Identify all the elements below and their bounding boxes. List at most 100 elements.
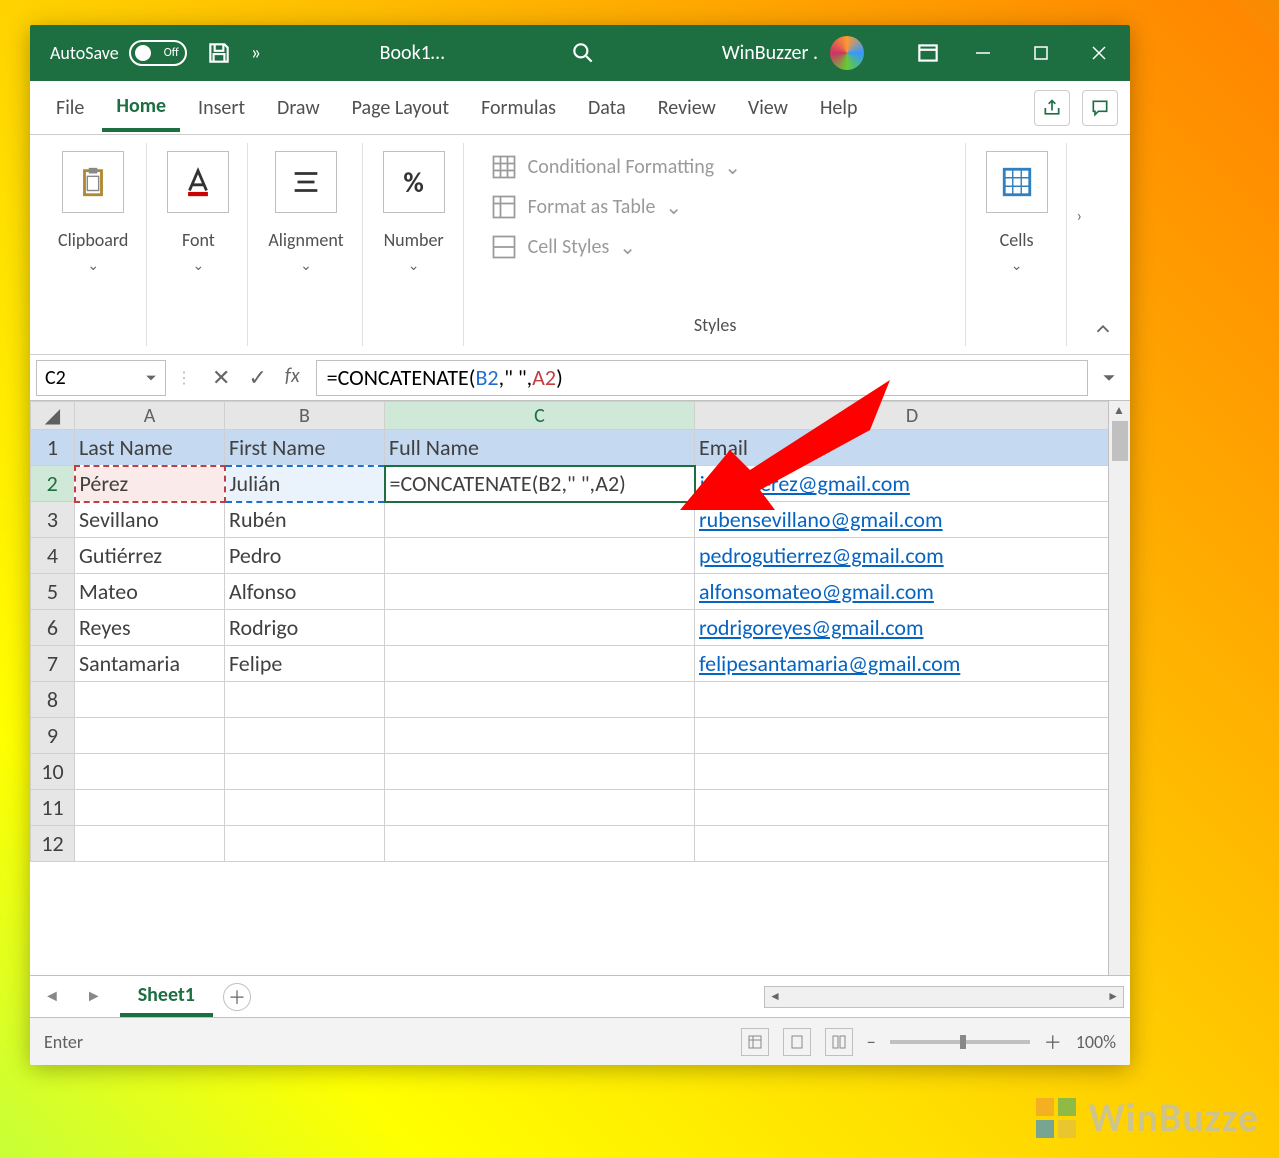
enter-formula-button[interactable]: ✓ bbox=[248, 364, 266, 391]
cell-C2-active[interactable]: =CONCATENATE(B2," ",A2) bbox=[385, 466, 695, 502]
cell[interactable] bbox=[695, 754, 1130, 790]
conditional-formatting-button[interactable]: Conditional Formatting ⌄ bbox=[490, 153, 741, 181]
cell[interactable]: First Name bbox=[225, 430, 385, 466]
cell[interactable] bbox=[385, 538, 695, 574]
sheet-nav-next[interactable]: ► bbox=[78, 987, 110, 1006]
save-button[interactable] bbox=[199, 33, 239, 73]
qat-overflow[interactable]: » bbox=[251, 41, 261, 65]
zoom-in-button[interactable]: ＋ bbox=[1044, 1029, 1062, 1055]
font-dropdown[interactable]: ⌄ bbox=[193, 257, 205, 274]
sheet-tab-sheet1[interactable]: Sheet1 bbox=[120, 977, 213, 1017]
cell[interactable]: rubensevillano@gmail.com bbox=[695, 502, 1130, 538]
view-normal-button[interactable] bbox=[741, 1028, 769, 1056]
ribbon-mode-button[interactable] bbox=[908, 33, 948, 73]
row-header[interactable]: 3 bbox=[31, 502, 75, 538]
cell[interactable]: Rodrigo bbox=[225, 610, 385, 646]
minimize-button[interactable] bbox=[960, 33, 1006, 73]
row-header[interactable]: 5 bbox=[31, 574, 75, 610]
expand-formula-bar[interactable] bbox=[1094, 371, 1124, 385]
cell[interactable] bbox=[75, 826, 225, 862]
row-header[interactable]: 8 bbox=[31, 682, 75, 718]
zoom-slider[interactable] bbox=[890, 1040, 1030, 1044]
number-button[interactable]: % bbox=[383, 151, 445, 213]
cell[interactable] bbox=[385, 826, 695, 862]
row-header[interactable]: 12 bbox=[31, 826, 75, 862]
cell[interactable] bbox=[385, 610, 695, 646]
row-header[interactable]: 2 bbox=[31, 466, 75, 502]
sheet-nav-prev[interactable]: ◄ bbox=[36, 987, 68, 1006]
clipboard-dropdown[interactable]: ⌄ bbox=[87, 257, 99, 274]
autosave-toggle[interactable]: Off bbox=[129, 40, 187, 66]
row-header[interactable]: 6 bbox=[31, 610, 75, 646]
cell[interactable] bbox=[225, 826, 385, 862]
cell[interactable]: Alfonso bbox=[225, 574, 385, 610]
cell[interactable]: Sevillano bbox=[75, 502, 225, 538]
cells-dropdown[interactable]: ⌄ bbox=[1011, 257, 1023, 274]
cell[interactable] bbox=[75, 754, 225, 790]
cell[interactable] bbox=[385, 502, 695, 538]
row-header[interactable]: 4 bbox=[31, 538, 75, 574]
cell[interactable] bbox=[695, 790, 1130, 826]
cell[interactable] bbox=[385, 790, 695, 826]
cell[interactable] bbox=[385, 646, 695, 682]
new-sheet-button[interactable]: ＋ bbox=[223, 983, 251, 1011]
cell[interactable] bbox=[225, 754, 385, 790]
cell[interactable] bbox=[385, 682, 695, 718]
cell[interactable]: Full Name bbox=[385, 430, 695, 466]
row-header[interactable]: 11 bbox=[31, 790, 75, 826]
cell[interactable]: rodrigoreyes@gmail.com bbox=[695, 610, 1130, 646]
cell[interactable] bbox=[695, 682, 1130, 718]
tab-draw[interactable]: Draw bbox=[263, 86, 334, 130]
cell-styles-button[interactable]: Cell Styles ⌄ bbox=[490, 233, 636, 261]
cell[interactable] bbox=[75, 790, 225, 826]
column-header-A[interactable]: A bbox=[75, 402, 225, 430]
horizontal-scrollbar[interactable]: ◄► bbox=[764, 986, 1124, 1008]
column-header-D[interactable]: D bbox=[695, 402, 1130, 430]
tab-review[interactable]: Review bbox=[644, 86, 730, 130]
cell[interactable] bbox=[225, 682, 385, 718]
font-button[interactable] bbox=[167, 151, 229, 213]
cells-button[interactable] bbox=[986, 151, 1048, 213]
row-header[interactable]: 9 bbox=[31, 718, 75, 754]
collapse-ribbon-button[interactable] bbox=[1092, 143, 1120, 346]
share-button[interactable] bbox=[1034, 90, 1070, 126]
cell[interactable]: Santamaria bbox=[75, 646, 225, 682]
cell-B2[interactable]: Julián bbox=[225, 466, 385, 502]
number-dropdown[interactable]: ⌄ bbox=[408, 257, 420, 274]
tab-help[interactable]: Help bbox=[806, 86, 872, 130]
cell[interactable]: pedrogutierrez@gmail.com bbox=[695, 538, 1130, 574]
cell[interactable]: Gutiérrez bbox=[75, 538, 225, 574]
tab-file[interactable]: File bbox=[42, 86, 98, 130]
cell[interactable] bbox=[225, 718, 385, 754]
select-all-corner[interactable]: ◢ bbox=[31, 402, 75, 430]
formula-input[interactable]: =CONCATENATE(B2," ",A2) bbox=[316, 360, 1088, 396]
file-name[interactable]: Book1… bbox=[380, 41, 445, 65]
alignment-dropdown[interactable]: ⌄ bbox=[300, 257, 312, 274]
alignment-button[interactable] bbox=[275, 151, 337, 213]
row-header[interactable]: 1 bbox=[31, 430, 75, 466]
tab-formulas[interactable]: Formulas bbox=[467, 86, 570, 130]
tab-page-layout[interactable]: Page Layout bbox=[338, 86, 463, 130]
worksheet-grid[interactable]: ◢ A B C D 1 Last Name First Name Full Na… bbox=[30, 401, 1130, 975]
tab-view[interactable]: View bbox=[734, 86, 802, 130]
cell[interactable] bbox=[75, 718, 225, 754]
cell[interactable]: Email bbox=[695, 430, 1130, 466]
cell[interactable]: alfonsomateo@gmail.com bbox=[695, 574, 1130, 610]
paste-button[interactable] bbox=[62, 151, 124, 213]
maximize-button[interactable] bbox=[1018, 33, 1064, 73]
view-page-break-button[interactable] bbox=[825, 1028, 853, 1056]
cell[interactable] bbox=[695, 718, 1130, 754]
user-avatar[interactable] bbox=[830, 36, 864, 70]
row-header[interactable]: 10 bbox=[31, 754, 75, 790]
row-header[interactable]: 7 bbox=[31, 646, 75, 682]
search-button[interactable] bbox=[563, 33, 603, 73]
cell[interactable]: Rubén bbox=[225, 502, 385, 538]
cell[interactable]: julianperez@gmail.com bbox=[695, 466, 1130, 502]
zoom-out-button[interactable]: − bbox=[867, 1031, 876, 1053]
zoom-level[interactable]: 100% bbox=[1076, 1031, 1116, 1053]
insert-function-button[interactable]: fx bbox=[285, 364, 300, 391]
vertical-scrollbar[interactable] bbox=[1108, 401, 1130, 975]
cancel-formula-button[interactable]: ✕ bbox=[212, 364, 230, 391]
cell[interactable] bbox=[385, 574, 695, 610]
tab-data[interactable]: Data bbox=[574, 86, 640, 130]
